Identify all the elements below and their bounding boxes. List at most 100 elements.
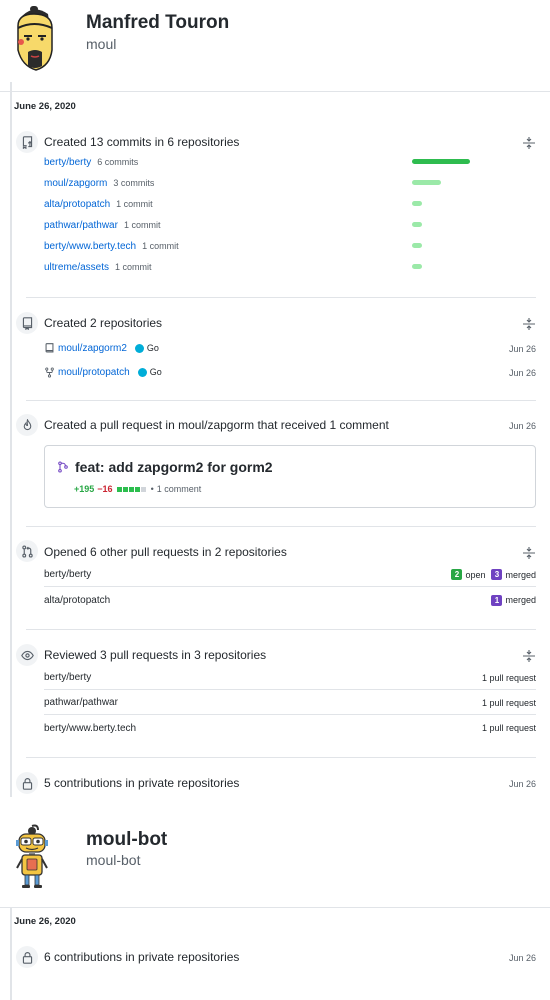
git-pull-request-icon (21, 544, 33, 558)
created-date: Jun 26 (508, 344, 536, 354)
fold-icon[interactable] (522, 546, 536, 560)
lock-icon (22, 777, 32, 790)
divider (0, 91, 550, 92)
section-divider (26, 526, 536, 527)
repo-push-icon (22, 135, 32, 149)
commit-row: berty/www.berty.tech 1 commit (44, 237, 536, 255)
open-count-badge: 2 (451, 569, 463, 580)
pr-date: Jun 26 (508, 421, 536, 431)
commit-bar (412, 180, 441, 185)
repo-language: Go (146, 343, 159, 353)
pr-additions: +195 (74, 484, 95, 494)
private-badge (16, 772, 38, 794)
commit-row: pathwar/pathwar 1 commit (44, 216, 536, 234)
repo-icon (45, 342, 54, 352)
review-count: 1 pull request (481, 697, 536, 708)
pr-badge (16, 414, 38, 436)
commit-count[interactable]: 1 commit (116, 199, 153, 209)
timeline-line (10, 82, 12, 797)
bot-avatar[interactable] (12, 824, 52, 894)
repo-link[interactable]: moul/protopatch (58, 367, 130, 378)
repo-link[interactable]: moul/zapgorm (44, 178, 107, 189)
pull-request-card[interactable]: feat: add zapgorm2 for gorm2 +195 −16 • … (44, 445, 536, 508)
review-count: 1 pull request (481, 723, 536, 733)
commit-bar (412, 222, 422, 227)
repo-link[interactable]: berty/www.berty.tech (44, 241, 136, 252)
commit-bar (412, 159, 470, 164)
repo-language: Go (149, 367, 162, 377)
fold-icon[interactable] (522, 317, 536, 331)
repo-link[interactable]: pathwar/pathwar (44, 220, 118, 231)
pr-comments: 1 comment (156, 484, 202, 494)
diffstat-bar (116, 486, 147, 492)
pr-created-title: Created a pull request in moul/zapgorm t… (44, 418, 389, 432)
profile-login: moul-bot (86, 852, 141, 868)
divider (0, 907, 550, 908)
private-title: 6 contributions in private repositories (44, 950, 240, 964)
commit-bar (412, 243, 422, 248)
repo-link[interactable]: ultreme/assets (44, 262, 109, 273)
language-color-dot (137, 367, 147, 377)
commit-count[interactable]: 3 commits (113, 178, 154, 188)
section-divider (26, 297, 536, 298)
repo-name[interactable]: alta/protopatch (44, 595, 110, 606)
repo-link[interactable]: moul/zapgorm (178, 418, 254, 432)
commits-title: Created 13 commits in 6 repositories (44, 135, 240, 149)
commit-count[interactable]: 1 commit (124, 220, 161, 230)
section-divider (26, 629, 536, 630)
private-date: Jun 26 (508, 779, 536, 789)
commit-bar (412, 264, 422, 269)
repo-link[interactable]: moul/zapgorm2 (58, 343, 127, 354)
opened-pr-row[interactable]: alta/protopatch 1 merged (44, 588, 536, 612)
flame-icon (23, 418, 31, 430)
repo-link[interactable]: berty/berty (44, 157, 91, 168)
profile-name[interactable]: moul-bot (86, 829, 167, 851)
commit-count[interactable]: 1 commit (142, 241, 179, 251)
review-count: 1 pull request (481, 672, 536, 683)
pr-badge (16, 540, 38, 562)
private-date: Jun 26 (508, 953, 536, 963)
pr-open-icon (58, 461, 68, 473)
review-badge (16, 644, 38, 666)
repo-name[interactable]: berty/www.berty.tech (44, 723, 136, 734)
repo-name[interactable]: berty/berty (44, 672, 91, 683)
profile-login: moul (86, 36, 117, 52)
merged-count-badge: 1 (491, 594, 503, 606)
lock-icon (22, 951, 32, 964)
commit-badge (16, 131, 38, 153)
reviewed-row[interactable]: pathwar/pathwar 1 pull request (44, 691, 536, 715)
pr-title[interactable]: feat: add zapgorm2 for gorm2 (75, 459, 273, 475)
created-date: Jun 26 (508, 368, 536, 378)
opened-prs-title: Opened 6 other pull requests in 2 reposi… (44, 545, 287, 559)
merged-label: merged (505, 569, 536, 580)
opened-pr-row[interactable]: berty/berty 2 open 3 merged (44, 563, 536, 587)
section-divider (26, 757, 536, 758)
repo-link[interactable]: alta/protopatch (44, 199, 110, 210)
commit-count[interactable]: 6 commits (97, 157, 138, 167)
reviewed-row[interactable]: berty/berty 1 pull request (44, 666, 536, 690)
fold-icon[interactable] (522, 136, 536, 150)
commit-row: ultreme/assets 1 commit (44, 258, 536, 276)
repo-name[interactable]: pathwar/pathwar (44, 697, 118, 708)
reviewed-title: Reviewed 3 pull requests in 3 repositori… (44, 648, 267, 662)
merged-count-badge: 3 (491, 569, 503, 580)
eye-icon (20, 650, 34, 660)
pr-deletions: −16 (97, 484, 113, 494)
reviewed-row[interactable]: berty/www.berty.tech 1 pull request (44, 716, 536, 740)
commit-bar (412, 201, 422, 206)
language-color-dot (134, 343, 144, 353)
merged-label: merged (505, 595, 536, 605)
section-divider (26, 400, 536, 401)
repo-name[interactable]: berty/berty (44, 569, 91, 580)
commit-row: moul/zapgorm 3 commits (44, 174, 536, 192)
private-badge (16, 946, 38, 968)
commit-row: alta/protopatch 1 commit (44, 195, 536, 213)
timeline-line (10, 907, 12, 1000)
repo-badge (16, 312, 38, 334)
commit-count[interactable]: 1 commit (115, 262, 152, 272)
avatar[interactable] (8, 6, 60, 72)
repo-icon (22, 316, 32, 330)
fold-icon[interactable] (522, 649, 536, 663)
profile-name[interactable]: Manfred Touron (86, 12, 229, 34)
date-heading: June 26, 2020 (14, 101, 76, 112)
